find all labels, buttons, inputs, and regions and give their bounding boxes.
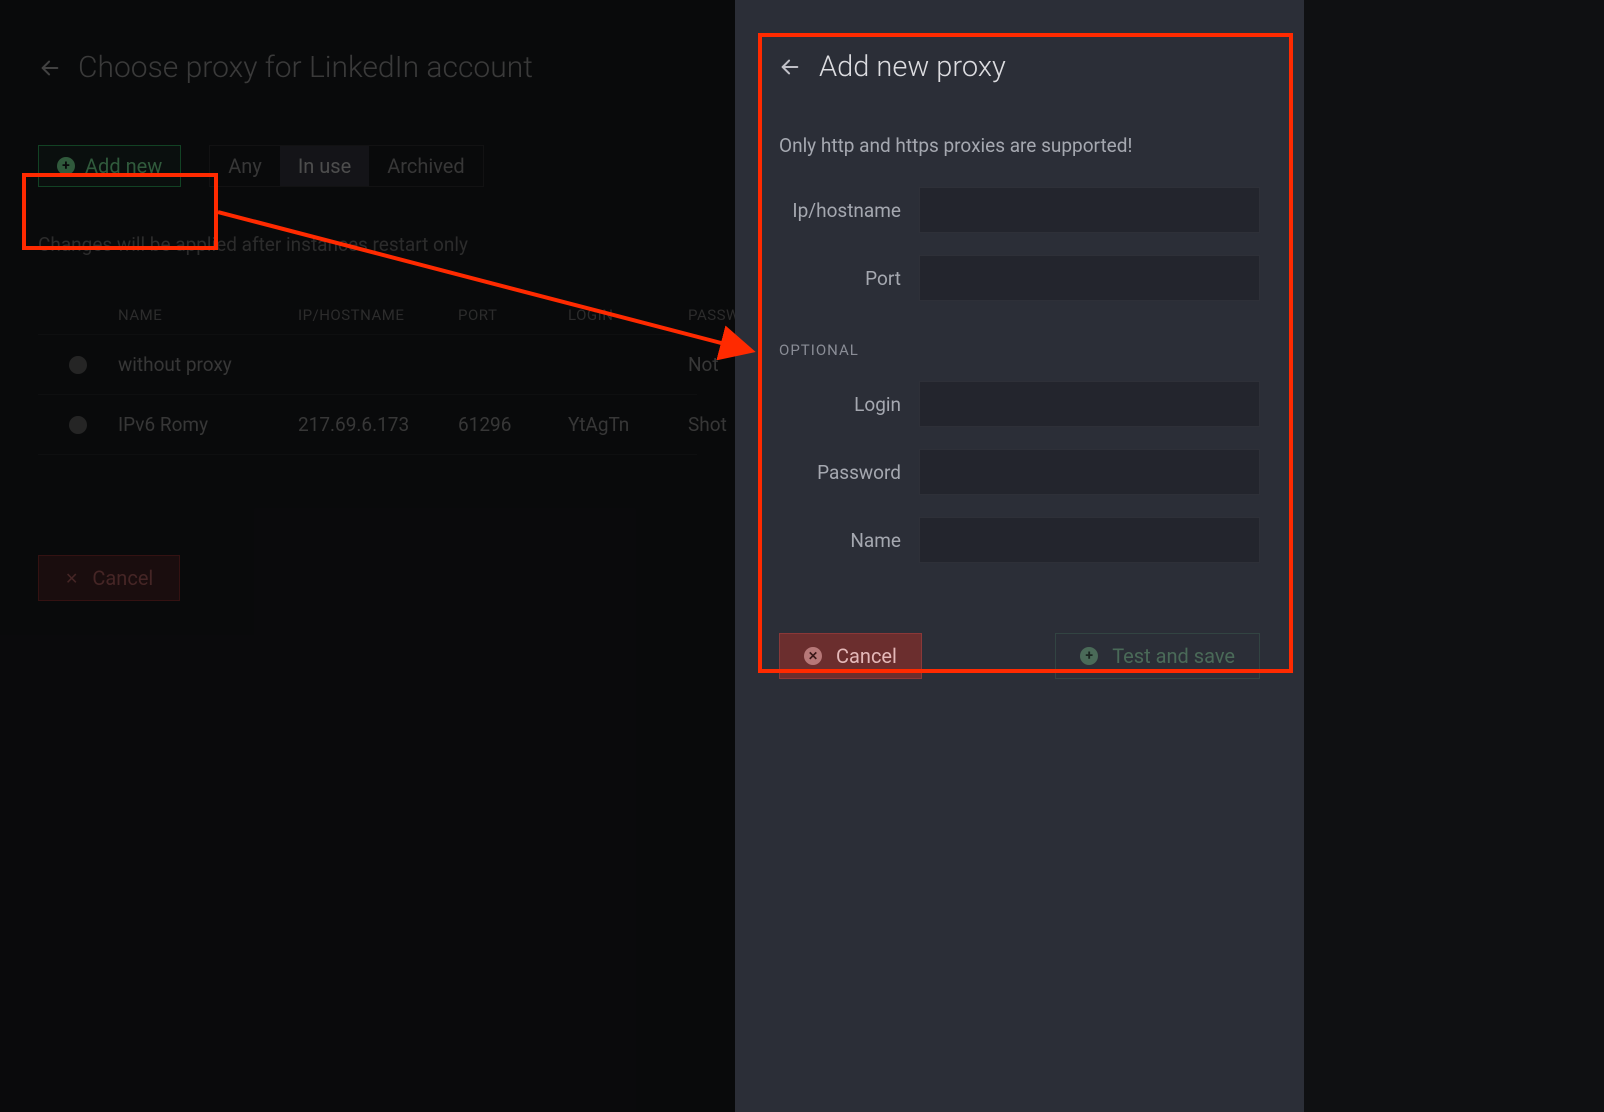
cell-name: IPv6 Romy [118, 413, 298, 436]
form-row-ip: Ip/hostname [779, 187, 1260, 233]
header-row: Choose proxy for LinkedIn account [38, 50, 697, 85]
ip-hostname-input[interactable] [919, 187, 1260, 233]
plus-circle-icon: + [1080, 647, 1098, 665]
right-actions: ✕ Cancel + Test and save [735, 605, 1304, 707]
optional-label: OPTIONAL [779, 341, 1260, 359]
name-input[interactable] [919, 517, 1260, 563]
cell-port: 61296 [458, 413, 568, 436]
label-login: Login [779, 393, 919, 416]
password-input[interactable] [919, 449, 1260, 495]
back-arrow-icon[interactable] [779, 56, 801, 78]
form-row-login: Login [779, 381, 1260, 427]
back-arrow-icon[interactable] [38, 56, 62, 80]
col-port: PORT [458, 306, 568, 324]
proxy-table: NAME IP/HOSTNAME PORT LOGIN PASSWORD wit… [38, 296, 697, 455]
notice-text: Only http and https proxies are supporte… [779, 134, 1260, 157]
add-proxy-panel: Add new proxy Only http and https proxie… [735, 0, 1304, 1112]
form-row-password: Password [779, 449, 1260, 495]
filter-tab-archived[interactable]: Archived [369, 146, 482, 186]
page-title: Choose proxy for LinkedIn account [78, 50, 533, 85]
col-ip: IP/HOSTNAME [298, 306, 458, 324]
cancel-button[interactable]: ✕ Cancel [38, 555, 180, 601]
cancel-button[interactable]: ✕ Cancel [779, 633, 922, 679]
label-port: Port [779, 267, 919, 290]
add-new-label: Add new [85, 154, 162, 178]
filter-tabs: Any In use Archived [209, 145, 483, 187]
form-row-port: Port [779, 255, 1260, 301]
close-icon: ✕ [65, 569, 78, 588]
test-save-label: Test and save [1112, 644, 1235, 668]
test-and-save-button[interactable]: + Test and save [1055, 633, 1260, 679]
info-text: Changes will be applied after instances … [38, 233, 697, 256]
table-row[interactable]: without proxy Not [38, 334, 697, 394]
right-body: Only http and https proxies are supporte… [735, 114, 1304, 605]
label-ip: Ip/hostname [779, 199, 919, 222]
cancel-label: Cancel [92, 566, 153, 590]
filter-tab-any[interactable]: Any [210, 146, 280, 186]
col-login: LOGIN [568, 306, 688, 324]
col-name: NAME [118, 306, 298, 324]
form-row-name: Name [779, 517, 1260, 563]
panel-title: Add new proxy [819, 50, 1006, 84]
table-row[interactable]: IPv6 Romy 217.69.6.173 61296 YtAgTn Shot [38, 394, 697, 455]
plus-circle-icon: + [57, 157, 75, 175]
label-password: Password [779, 461, 919, 484]
port-input[interactable] [919, 255, 1260, 301]
toolbar-row: + Add new Any In use Archived [38, 145, 697, 187]
cancel-label: Cancel [836, 644, 897, 668]
cell-name: without proxy [118, 353, 298, 376]
add-new-button[interactable]: + Add new [38, 145, 181, 187]
filter-tab-in-use[interactable]: In use [280, 146, 369, 186]
label-name: Name [779, 529, 919, 552]
radio-icon[interactable] [69, 416, 87, 434]
close-circle-icon: ✕ [804, 647, 822, 665]
radio-icon[interactable] [69, 356, 87, 374]
right-header: Add new proxy [735, 0, 1304, 114]
table-header: NAME IP/HOSTNAME PORT LOGIN PASSWORD [38, 296, 697, 334]
choose-proxy-panel: Choose proxy for LinkedIn account + Add … [0, 0, 735, 1112]
cell-ip: 217.69.6.173 [298, 413, 458, 436]
login-input[interactable] [919, 381, 1260, 427]
cell-login: YtAgTn [568, 413, 688, 436]
